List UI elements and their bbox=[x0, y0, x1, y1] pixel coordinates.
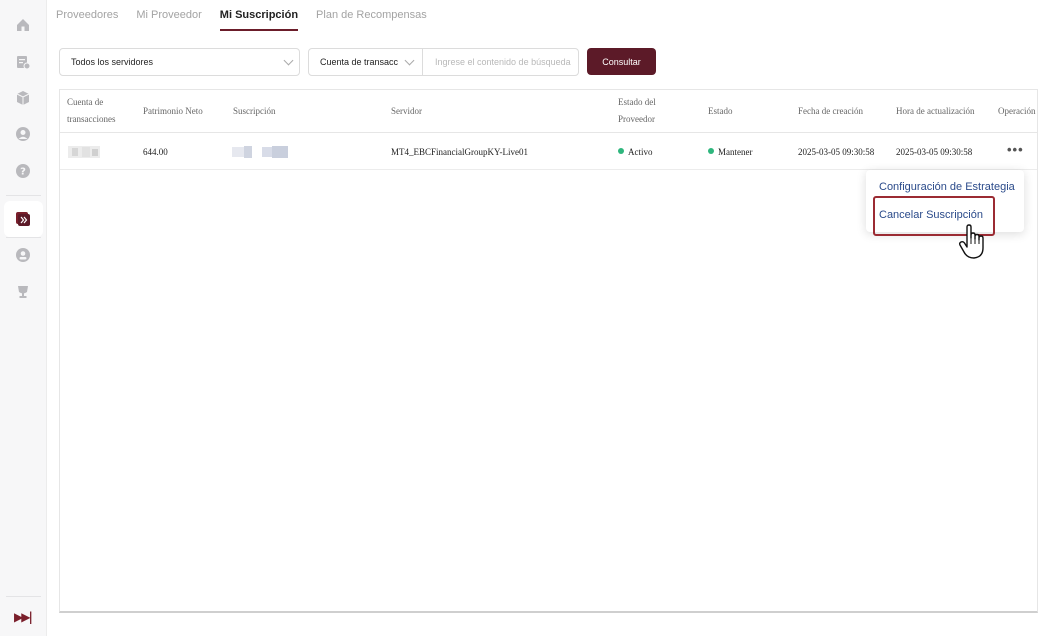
subscription-table: Cuenta de transacciones Patrimonio Neto … bbox=[59, 89, 1038, 613]
account-type-select[interactable]: Cuenta de transacciones bbox=[309, 49, 423, 75]
tab-plan-de-recompensas[interactable]: Plan de Recompensas bbox=[316, 0, 427, 31]
svg-text:?: ? bbox=[20, 167, 26, 178]
header-provider-status-line2: Proveedor bbox=[618, 114, 655, 124]
header-operation: Operación bbox=[998, 106, 1036, 116]
header-equity: Patrimonio Neto bbox=[143, 106, 203, 116]
cell-equity: 644.00 bbox=[143, 147, 168, 157]
cell-status-text: Mantener bbox=[718, 147, 753, 157]
chevron-down-icon bbox=[283, 55, 294, 66]
profile-icon[interactable] bbox=[14, 246, 32, 264]
tab-mi-suscripcion[interactable]: Mi Suscripción bbox=[219, 0, 299, 31]
server-select[interactable]: Todos los servidores bbox=[59, 48, 300, 76]
home-icon[interactable] bbox=[14, 16, 32, 34]
header-provider-status: Estado del Proveedor bbox=[618, 94, 656, 128]
blurred-subscription-value bbox=[232, 146, 288, 158]
sidebar-divider bbox=[6, 237, 41, 238]
tab-mi-proveedor[interactable]: Mi Proveedor bbox=[136, 0, 201, 31]
tab-proveedores[interactable]: Proveedores bbox=[56, 0, 118, 31]
cell-server: MT4_EBCFinancialGroupKY-Live01 bbox=[391, 147, 528, 157]
hand-cursor-icon bbox=[958, 224, 984, 259]
cell-provider-status: Activo bbox=[618, 147, 653, 157]
status-dot-icon bbox=[618, 148, 624, 154]
header-account-line2: transacciones bbox=[67, 114, 116, 124]
sidebar: ? ▶▶| bbox=[0, 0, 47, 636]
more-actions-icon[interactable]: ••• bbox=[1007, 143, 1024, 156]
table-header: Cuenta de transacciones Patrimonio Neto … bbox=[60, 90, 1037, 133]
user-icon[interactable] bbox=[14, 125, 32, 143]
menu-item-strategy-config[interactable]: Configuración de Estrategia bbox=[879, 181, 1015, 193]
header-status: Estado bbox=[708, 106, 733, 116]
table-row: 644.00 MT4_EBCFinancialGroupKY-Live01 Ac… bbox=[60, 134, 1037, 170]
cell-updated: 2025-03-05 09:30:58 bbox=[896, 147, 973, 157]
header-subscription: Suscripción bbox=[233, 106, 276, 116]
cell-created: 2025-03-05 09:30:58 bbox=[798, 147, 875, 157]
cell-provider-status-text: Activo bbox=[628, 147, 653, 157]
header-created: Fecha de creación bbox=[798, 106, 863, 116]
cell-status: Mantener bbox=[708, 147, 752, 157]
account-search-combo: Cuenta de transacciones bbox=[308, 48, 579, 76]
consultar-button[interactable]: Consultar bbox=[587, 48, 656, 75]
status-dot-icon bbox=[708, 148, 714, 154]
trophy-icon[interactable] bbox=[14, 283, 32, 301]
header-account-line1: Cuenta de bbox=[67, 97, 104, 107]
header-account: Cuenta de transacciones bbox=[67, 94, 115, 128]
copy-trade-icon[interactable] bbox=[14, 210, 32, 228]
blurred-account-value bbox=[68, 146, 100, 158]
sidebar-divider bbox=[6, 195, 41, 196]
box-icon[interactable] bbox=[14, 89, 32, 107]
chevron-down-icon bbox=[404, 55, 415, 66]
search-input[interactable] bbox=[425, 49, 577, 75]
help-icon[interactable]: ? bbox=[14, 162, 32, 180]
server-select-value: Todos los servidores bbox=[71, 57, 154, 67]
tab-bar: Proveedores Mi Proveedor Mi Suscripción … bbox=[56, 0, 445, 31]
account-type-select-value: Cuenta de transacciones bbox=[320, 57, 398, 67]
header-updated: Hora de actualización bbox=[896, 106, 975, 116]
expand-icon[interactable]: ▶▶| bbox=[14, 610, 33, 624]
report-icon[interactable] bbox=[14, 53, 32, 71]
sidebar-divider bbox=[6, 596, 41, 597]
header-provider-status-line1: Estado del bbox=[618, 97, 656, 107]
header-server: Servidor bbox=[391, 106, 422, 116]
